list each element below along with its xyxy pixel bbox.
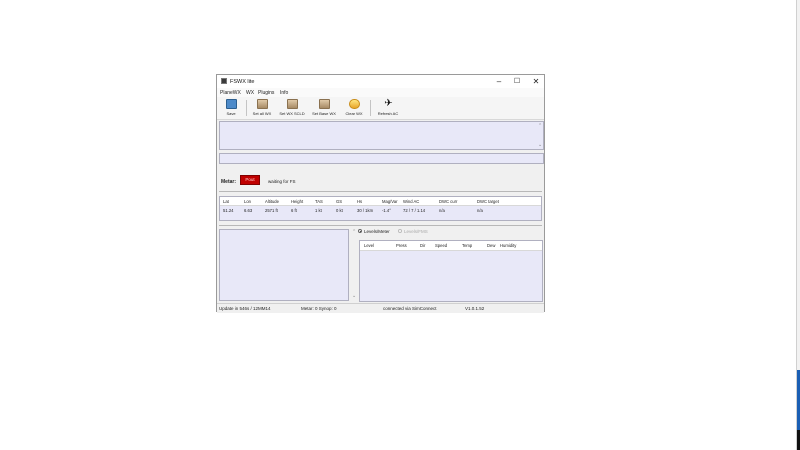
scroll-down-icon[interactable]: ⌄ bbox=[538, 142, 542, 148]
grid-header: DWC curr bbox=[439, 199, 458, 204]
fs-icon bbox=[287, 99, 298, 109]
grid-cell: 1 kt bbox=[315, 208, 322, 213]
grid-cell: 30 / 1km bbox=[357, 208, 374, 213]
set-base-wx-label: Set Base WX bbox=[312, 111, 336, 116]
clear-weather-icon bbox=[349, 99, 360, 109]
grid-cell: 2571 ft bbox=[265, 208, 278, 213]
levels-table: Level Press Dir Speed Temp Dew Humidity bbox=[359, 240, 543, 302]
levels-header: Press bbox=[396, 243, 407, 248]
radio-levels-fms-label[interactable]: Levels/FMS bbox=[404, 229, 428, 234]
save-label: Save bbox=[226, 111, 236, 116]
grid-cell: 51.24 bbox=[223, 208, 234, 213]
levels-header: Humidity bbox=[500, 243, 517, 248]
save-icon bbox=[226, 99, 237, 109]
app-window: FSWX lite – ☐ ✕ PlaneWX WX Plugins Info … bbox=[216, 74, 545, 313]
save-button[interactable]: Save bbox=[218, 98, 244, 118]
desktop-edge bbox=[796, 0, 800, 450]
scroll-down-icon[interactable]: ⌄ bbox=[352, 293, 356, 299]
levels-header: Level bbox=[364, 243, 375, 248]
grid-header: Lat bbox=[223, 199, 229, 204]
grid-cell: n/a bbox=[439, 208, 445, 213]
status-metar: Metar: 0 Synop: 0 bbox=[301, 306, 337, 311]
status-connection: connected via SimConnect bbox=[383, 306, 437, 311]
grid-header: Wind AC bbox=[403, 199, 420, 204]
grid-header: DWC target bbox=[477, 199, 499, 204]
metar-status: waiting for FS bbox=[268, 179, 296, 184]
grid-cell: 6.63 bbox=[244, 208, 253, 213]
window-title: FSWX lite bbox=[230, 79, 255, 85]
maximize-button[interactable]: ☐ bbox=[507, 76, 527, 87]
details-panel[interactable]: ⌃ ⌄ bbox=[219, 229, 356, 301]
set-all-wx-button[interactable]: Set all WX bbox=[249, 98, 275, 118]
scroll-up-icon[interactable]: ⌃ bbox=[352, 229, 356, 235]
menu-bar: PlaneWX WX Plugins Info bbox=[217, 88, 544, 97]
grid-cell: -1.4° bbox=[382, 208, 391, 213]
menu-info[interactable]: Info bbox=[280, 90, 288, 96]
fs-icon bbox=[319, 99, 330, 109]
menu-plugins[interactable]: Plugins bbox=[258, 90, 274, 96]
app-icon bbox=[221, 78, 227, 84]
grid-header-row: Lat Lon Altitude Height TAS GS Hs Mag/Va… bbox=[220, 197, 541, 206]
grid-cell: 6 ft bbox=[291, 208, 297, 213]
toolbar-separator bbox=[370, 100, 371, 116]
radio-levels-meter[interactable] bbox=[358, 229, 362, 233]
levels-header: Speed bbox=[435, 243, 448, 248]
levels-header: Temp bbox=[462, 243, 473, 248]
clear-wx-label: Clear WX bbox=[345, 111, 363, 116]
grid-cell: 72 / 7 / 1.14 bbox=[403, 208, 426, 213]
set-wx-scld-label: Set WX SCLD bbox=[279, 111, 305, 116]
aircraft-data-grid: Lat Lon Altitude Height TAS GS Hs Mag/Va… bbox=[219, 196, 542, 221]
info-panel bbox=[219, 153, 544, 164]
plane-icon: ✈ bbox=[384, 98, 393, 109]
metar-label: Metar: bbox=[221, 179, 237, 185]
title-bar: FSWX lite – ☐ ✕ bbox=[217, 75, 544, 88]
set-wx-scld-button[interactable]: Set WX SCLD bbox=[279, 98, 305, 118]
radio-levels-fms[interactable] bbox=[398, 229, 402, 233]
levels-header-row: Level Press Dir Speed Temp Dew Humidity bbox=[360, 241, 542, 251]
grid-cell: n/a bbox=[477, 208, 483, 213]
grid-header: Height bbox=[291, 199, 304, 204]
grid-header: TAS bbox=[315, 199, 323, 204]
levels-header: Dir bbox=[420, 243, 426, 248]
status-bar: Update in 546s / 12MM14 Metar: 0 Synop: … bbox=[217, 303, 544, 313]
metar-text-panel[interactable]: ⌃ ⌄ bbox=[219, 121, 544, 150]
grid-header: Lon bbox=[244, 199, 251, 204]
status-update: Update in 546s / 12MM14 bbox=[219, 306, 271, 311]
grid-cell: 0 kt bbox=[336, 208, 343, 213]
grid-header: Hs bbox=[357, 199, 363, 204]
minimize-button[interactable]: – bbox=[489, 76, 509, 87]
toolbar: Save Set all WX Set WX SCLD Set Base WX … bbox=[217, 97, 544, 120]
divider bbox=[219, 191, 542, 192]
metar-indicator: Pout bbox=[240, 175, 260, 185]
scroll-up-icon[interactable]: ⌃ bbox=[538, 123, 542, 129]
refresh-ac-label: Refresh AC bbox=[377, 111, 399, 116]
set-base-wx-button[interactable]: Set Base WX bbox=[311, 98, 337, 118]
menu-wx[interactable]: WX bbox=[246, 90, 254, 96]
radio-levels-meter-label[interactable]: Levels/Meter bbox=[364, 229, 390, 234]
refresh-ac-button[interactable]: ✈ Refresh AC bbox=[375, 98, 401, 118]
menu-planewx[interactable]: PlaneWX bbox=[220, 90, 241, 96]
divider bbox=[219, 225, 542, 226]
grid-header: GS bbox=[336, 199, 343, 204]
set-all-wx-label: Set all WX bbox=[252, 111, 272, 116]
levels-header: Dew bbox=[487, 243, 496, 248]
close-button[interactable]: ✕ bbox=[526, 76, 546, 87]
grid-header: Altitude bbox=[265, 199, 279, 204]
grid-header: Mag/Var bbox=[382, 199, 398, 204]
fs-icon bbox=[257, 99, 268, 109]
status-version: V1.0.1.52 bbox=[465, 306, 485, 311]
clear-wx-button[interactable]: Clear WX bbox=[341, 98, 367, 118]
